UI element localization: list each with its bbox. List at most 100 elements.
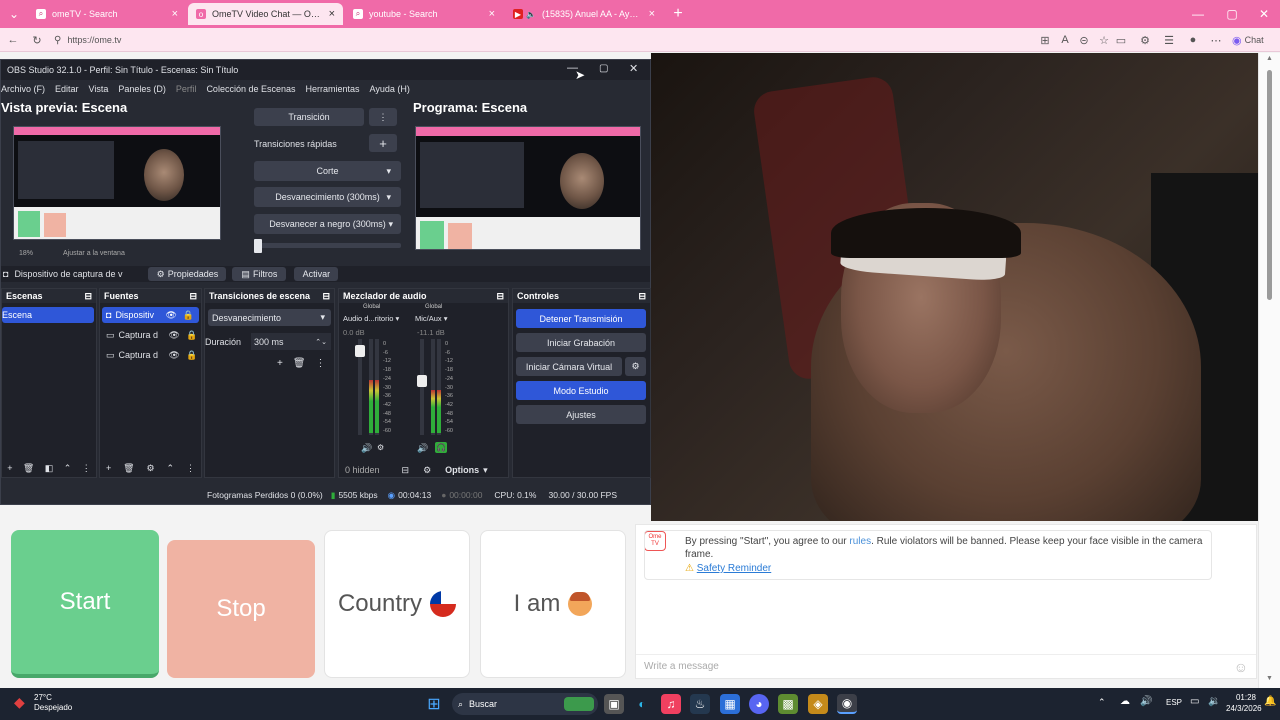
add-scene-plus-icon[interactable]: + [7, 463, 12, 474]
source-item-capture-2[interactable]: ▭ Captura d 👁 🔒 [102, 347, 199, 363]
minimize-icon[interactable]: — [1186, 4, 1210, 24]
windows-start-icon[interactable]: ⊞ [424, 694, 444, 714]
favorite-star-icon[interactable]: ☆ [1095, 31, 1113, 49]
close-tab-icon[interactable]: × [172, 8, 178, 20]
fade-button[interactable]: Desvanecimiento (300ms) ▾ [254, 187, 401, 207]
obs-taskbar-icon[interactable]: ◉ [837, 694, 857, 714]
game-app-icon[interactable]: ◈ [808, 694, 828, 714]
scroll-down-icon[interactable]: ▼ [1266, 675, 1273, 682]
scrollbar-thumb[interactable] [1267, 70, 1272, 300]
eye-icon[interactable]: 👁 [169, 330, 180, 341]
zoom-level[interactable]: 18% [19, 250, 33, 257]
more-menu-icon[interactable]: ⋯ [1207, 31, 1225, 49]
scene-item-escena[interactable]: Escena [2, 307, 94, 323]
tab-ometv-search[interactable]: ⌕ omeTV - Search × [28, 3, 186, 25]
discord-icon[interactable]: ◕ [749, 694, 769, 714]
taskbar-search[interactable]: ⌕ Buscar [452, 693, 598, 715]
close-window-icon[interactable]: ✕ [1252, 4, 1276, 24]
rules-link[interactable]: rules [849, 536, 871, 547]
country-button[interactable]: Country [324, 530, 470, 678]
source-settings-gear-icon[interactable]: ⚙ [147, 463, 155, 474]
tab-ometv-video-chat[interactable]: o OmeTV Video Chat — OmegleOmegle × [188, 3, 343, 25]
layout-icon[interactable]: ⊟ [402, 465, 410, 476]
dock-icon[interactable]: ⊟ [496, 291, 504, 302]
obs-maximize-icon[interactable]: ▢ [599, 63, 608, 74]
channel-1-name[interactable]: Audio d...ritorio ▾ [343, 314, 399, 323]
transition-more-icon[interactable]: ⋮ [369, 108, 397, 126]
properties-button[interactable]: ⚙ Propiedades [148, 267, 227, 281]
advanced-settings-icon[interactable]: ⚙ [423, 465, 431, 476]
settings-button[interactable]: Ajustes [516, 405, 646, 424]
safety-reminder-link[interactable]: Safety Reminder [697, 563, 771, 574]
menu-ayuda[interactable]: Ayuda (H) [370, 84, 410, 94]
site-info-icon[interactable]: ⚲ [54, 35, 61, 46]
scene-filters-icon[interactable]: ◧ [45, 463, 54, 474]
gender-button[interactable]: I am [480, 530, 626, 678]
clock[interactable]: 01:28 24/3/2026 [1226, 692, 1262, 714]
menu-editar[interactable]: Editar [55, 84, 79, 94]
minecraft-icon[interactable]: ▩ [778, 694, 798, 714]
lock-icon[interactable]: 🔒 [186, 350, 197, 361]
task-view-icon[interactable]: ▣ [604, 694, 624, 714]
stop-button[interactable]: Stop [167, 540, 315, 678]
eye-icon[interactable]: 👁 [165, 310, 176, 321]
translate-icon[interactable]: ⊝ [1075, 31, 1093, 49]
channel-2-fader-handle[interactable] [417, 375, 427, 387]
channel-1-speaker-icon[interactable]: 🔊 [361, 443, 372, 454]
menu-vista[interactable]: Vista [89, 84, 109, 94]
copilot-chat-button[interactable]: ◉ Chat [1232, 31, 1272, 49]
filters-button[interactable]: ▤ Filtros [232, 267, 287, 281]
dock-icon[interactable]: ⊟ [189, 291, 197, 302]
read-aloud-icon[interactable]: A [1056, 31, 1074, 49]
add-source-plus-icon[interactable]: + [106, 463, 111, 474]
edge-browser-icon[interactable]: ◐ [632, 694, 652, 714]
start-recording-button[interactable]: Iniciar Grabación [516, 333, 646, 352]
tab-list-chevron-icon[interactable]: ⌄ [2, 4, 26, 24]
weather-icon[interactable]: ◆ [14, 694, 25, 711]
dock-icon[interactable]: ⊟ [84, 291, 92, 302]
channel-1-fader-handle[interactable] [355, 345, 365, 357]
source-item-capture-1[interactable]: ▭ Captura d 👁 🔒 [102, 327, 199, 343]
studio-mode-button[interactable]: Modo Estudio [516, 381, 646, 400]
move-up-icon[interactable]: ⌃ [64, 463, 72, 474]
network-icon[interactable]: ▭ [1190, 696, 1199, 707]
url-field[interactable]: ⚲ https://ome.tv [54, 31, 1054, 49]
fit-window[interactable]: Ajustar a la ventana [63, 250, 125, 257]
channel-2-name[interactable]: Mic/Aux ▾ [415, 314, 448, 323]
notifications-icon[interactable]: 🔔 [1264, 696, 1276, 707]
source-item-device[interactable]: ◘ Dispositiv 👁 🔒 [102, 307, 199, 323]
channel-2-fader-track[interactable] [420, 339, 424, 435]
steam-icon[interactable]: ♨ [690, 694, 710, 714]
transition-button[interactable]: Transición [254, 108, 364, 126]
message-input[interactable]: Write a message ☺ [636, 654, 1256, 678]
dock-icon[interactable]: ⊟ [322, 291, 330, 302]
weather-widget[interactable]: 27°C Despejado [34, 693, 72, 713]
speaker-icon[interactable]: 🔈 [526, 9, 536, 19]
more-icon[interactable]: ⋮ [316, 358, 326, 369]
menu-paneles[interactable]: Paneles (D) [118, 84, 166, 94]
music-app-icon[interactable]: ♫ [661, 694, 681, 714]
remove-scene-trash-icon[interactable]: 🗑 [23, 463, 34, 474]
hidden-count[interactable]: 0 hidden [345, 465, 380, 475]
tab-youtube-search[interactable]: ⌕ youtube - Search × [345, 3, 503, 25]
close-tab-icon[interactable]: × [329, 8, 335, 20]
cloud-icon[interactable]: ☁ [1120, 696, 1130, 707]
fade-black-button[interactable]: Desvanecer a negro (300ms) ▾ [254, 214, 401, 234]
tab-youtube-video[interactable]: ▶ 🔈 (15835) Anuel AA - Ayer 2 (Of × [505, 3, 663, 25]
menu-herramientas[interactable]: Herramientas [306, 84, 360, 94]
store-icon[interactable]: ▦ [720, 694, 740, 714]
spin-arrows-icon[interactable]: ⌃⌄ [315, 338, 327, 346]
virtual-camera-gear-icon[interactable]: ⚙ [625, 357, 646, 376]
lock-icon[interactable]: 🔒 [186, 330, 197, 341]
more-icon[interactable]: ⋮ [186, 463, 195, 474]
favorites-list-icon[interactable]: ☰ [1160, 31, 1178, 49]
menu-coleccion-escenas[interactable]: Colección de Escenas [206, 84, 295, 94]
start-button[interactable]: Start [11, 530, 159, 678]
move-up-icon[interactable]: ⌃ [167, 463, 175, 474]
obs-close-icon[interactable]: ✕ [629, 62, 638, 75]
menu-perfil[interactable]: Perfil [176, 84, 197, 94]
add-transition-plus-icon[interactable]: + [277, 358, 283, 369]
add-quick-transition-plus-icon[interactable]: + [369, 134, 397, 152]
tray-overflow-icon[interactable]: ⌃ [1098, 697, 1106, 708]
split-screen-icon[interactable]: ▭ [1112, 31, 1130, 49]
